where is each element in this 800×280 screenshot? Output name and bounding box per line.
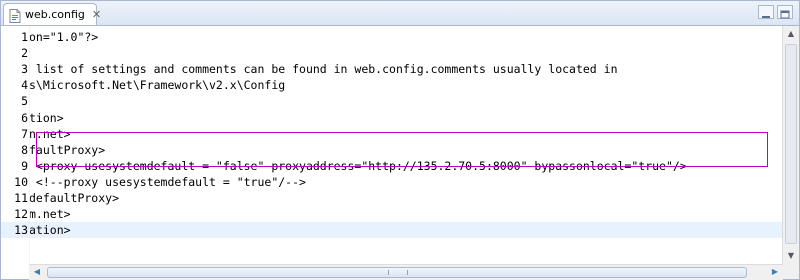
- editor-tab-bar: web.config ✕: [1, 1, 799, 26]
- line-number: 12: [14, 207, 28, 222]
- maximize-button[interactable]: [777, 5, 793, 19]
- code-line[interactable]: 4 s\Microsoft.Net\Framework\v2.x\Config: [1, 77, 783, 93]
- close-icon[interactable]: ✕: [92, 8, 101, 21]
- code-line[interactable]: 10 <!--proxy usesystemdefault = "true"/-…: [1, 174, 783, 190]
- horizontal-scroll-thumb[interactable]: [47, 267, 747, 278]
- line-number: 13: [14, 223, 28, 238]
- scrollbar-corner: [783, 264, 799, 279]
- line-number: 2: [21, 46, 28, 61]
- vertical-scrollbar[interactable]: ▲ ▼: [782, 26, 799, 264]
- line-number: 9: [21, 158, 28, 173]
- line-number: 3: [21, 62, 28, 77]
- code-text: list of settings and comments can be fou…: [29, 61, 618, 77]
- line-number: 6: [21, 110, 28, 125]
- code-line[interactable]: 2: [1, 45, 783, 61]
- code-text: <!--proxy usesystemdefault = "true"/-->: [29, 174, 306, 190]
- code-token: m.net>: [29, 207, 71, 222]
- code-token: defaultProxy>: [29, 191, 120, 205]
- xml-file-icon: [9, 8, 21, 23]
- code-line[interactable]: 6 tion>: [1, 110, 783, 126]
- code-line[interactable]: 12 m.net>: [1, 206, 783, 222]
- code-token: s\Microsoft.Net\Framework\v2.x\Config: [29, 78, 286, 93]
- line-number: 11: [14, 191, 28, 205]
- minimize-button[interactable]: [758, 5, 774, 19]
- scroll-left-button[interactable]: ◀: [30, 265, 44, 279]
- code-text: on="1.0"?>: [29, 29, 98, 45]
- code-line[interactable]: 3 list of settings and comments can be f…: [1, 61, 783, 77]
- window-controls: [758, 5, 793, 19]
- vertical-scroll-thumb[interactable]: [785, 44, 797, 244]
- code-token: ation>: [29, 223, 71, 238]
- tab-label: web.config: [25, 8, 85, 21]
- code-token: list of settings and comments can be fou…: [29, 62, 618, 77]
- code-token: on="1.0"?>: [29, 30, 99, 44]
- code-line[interactable]: 13 ation>: [1, 222, 783, 239]
- line-number: 8: [21, 142, 28, 157]
- gutter-divider: [29, 26, 30, 264]
- code-text: s\Microsoft.Net\Framework\v2.x\Config: [29, 77, 285, 93]
- code-text: defaultProxy>: [29, 190, 119, 206]
- scroll-down-button[interactable]: ▼: [784, 249, 798, 263]
- code-line[interactable]: 5: [1, 93, 783, 109]
- code-text: ation>: [29, 222, 71, 238]
- scroll-up-button[interactable]: ▲: [784, 27, 798, 41]
- code-token: <!--proxy usesystemdefault = "true"/-->: [29, 174, 306, 189]
- horizontal-scrollbar[interactable]: ◀ ▶: [29, 264, 783, 280]
- code-token: tion>: [29, 110, 64, 125]
- line-number: 4: [21, 78, 28, 93]
- scroll-grip-icon: [388, 270, 408, 275]
- editor-window: web.config ✕ 1 on="1.0"?> 2 3 list of setti…: [0, 0, 800, 280]
- tab-web-config[interactable]: web.config ✕: [3, 3, 101, 25]
- code-text: m.net>: [29, 206, 71, 222]
- scroll-right-button[interactable]: ▶: [768, 265, 782, 279]
- code-line[interactable]: 1 on="1.0"?>: [1, 29, 783, 45]
- line-number: 10: [14, 174, 28, 189]
- line-number: 1: [21, 30, 28, 44]
- line-number: 5: [21, 94, 28, 109]
- proxy-highlight-box: [36, 132, 768, 167]
- code-line[interactable]: 11 defaultProxy>: [1, 190, 783, 206]
- code-text: tion>: [29, 110, 64, 126]
- line-number: 7: [21, 126, 28, 141]
